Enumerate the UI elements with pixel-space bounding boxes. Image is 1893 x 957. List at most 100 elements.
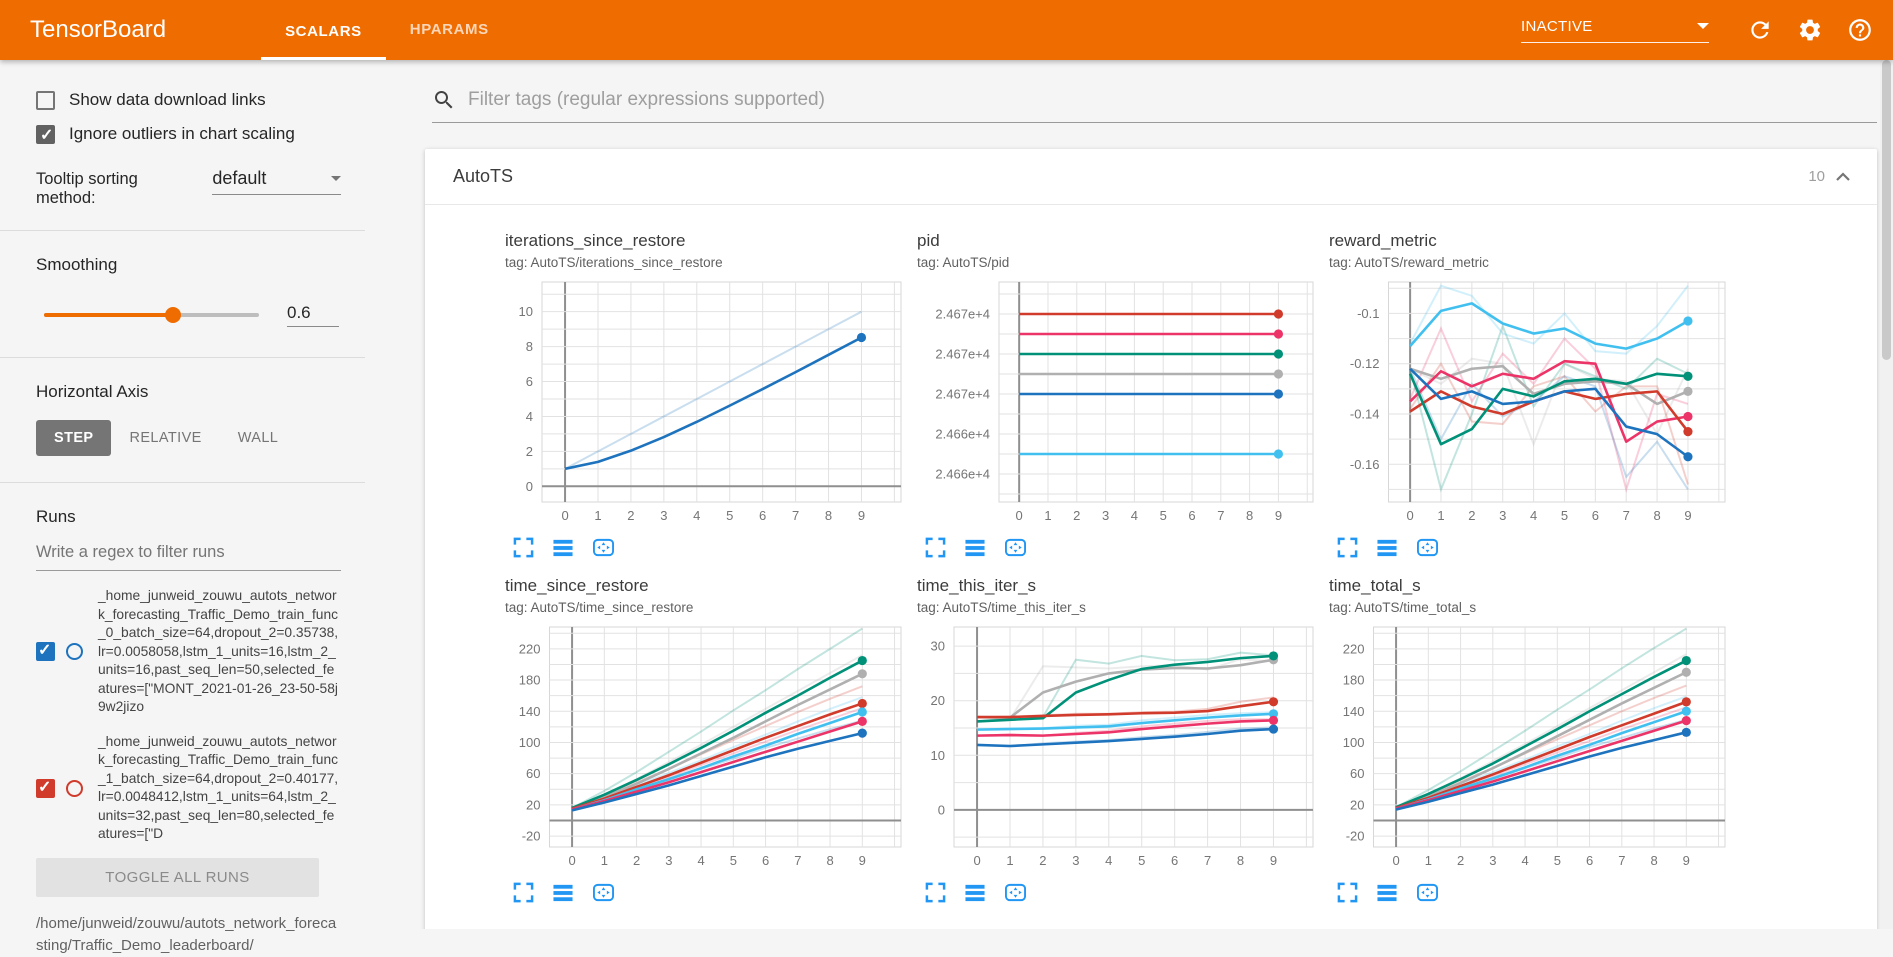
tab-scalars[interactable]: SCALARS [261, 0, 386, 60]
run-name: _home_junweid_zouwu_autots_network_forec… [98, 733, 341, 844]
smoothing-slider[interactable] [44, 313, 259, 317]
expand-chart-button[interactable] [513, 537, 534, 558]
fit-domain-button[interactable] [1416, 537, 1439, 558]
svg-text:2: 2 [627, 508, 634, 523]
scalar-line-chart[interactable]: 2201801401006020-200123456789 [505, 621, 909, 871]
tab-hparams[interactable]: HPARAMS [386, 0, 513, 60]
svg-text:6: 6 [759, 508, 766, 523]
refresh-button[interactable] [1747, 17, 1773, 43]
help-icon [1847, 17, 1873, 43]
tag-group-header[interactable]: AutoTS 10 [425, 149, 1877, 205]
chart-card: reward_metric tag: AutoTS/reward_metric … [1329, 231, 1741, 558]
logdir-path: /home/junweid/zouwu/autots_network_forec… [36, 913, 341, 957]
run-solo-radio[interactable] [66, 780, 83, 797]
smoothing-slider-thumb[interactable] [165, 307, 181, 323]
fit-domain-button[interactable] [1004, 537, 1027, 558]
svg-text:-0.1: -0.1 [1357, 306, 1379, 321]
svg-text:9: 9 [858, 508, 865, 523]
scalar-line-chart[interactable]: 10864200123456789 [505, 276, 909, 526]
svg-text:2: 2 [1457, 853, 1464, 868]
vertical-scrollbar[interactable] [1880, 60, 1893, 929]
svg-text:4: 4 [1105, 853, 1112, 868]
svg-text:3: 3 [1072, 853, 1079, 868]
axis-relative-button[interactable]: RELATIVE [111, 420, 219, 456]
chart-tag: tag: AutoTS/pid [917, 255, 1329, 270]
scalar-line-chart[interactable]: 30201000123456789 [917, 621, 1321, 871]
svg-text:20: 20 [526, 797, 540, 812]
svg-text:8: 8 [1650, 853, 1657, 868]
divider [0, 230, 365, 231]
toggle-y-axis-button[interactable] [1376, 882, 1398, 903]
expand-chart-button[interactable] [1337, 882, 1358, 903]
tag-filter-row [432, 88, 1877, 123]
svg-text:2: 2 [526, 444, 533, 459]
svg-text:2.467e+4: 2.467e+4 [935, 307, 990, 322]
run-item: _home_junweid_zouwu_autots_network_forec… [36, 587, 341, 717]
chart-tag: tag: AutoTS/iterations_since_restore [505, 255, 917, 270]
axis-wall-button[interactable]: WALL [220, 420, 297, 456]
fullscreen-icon [925, 882, 946, 903]
data-lines-icon [964, 882, 986, 903]
ignore-outliers-checkbox[interactable] [36, 125, 55, 144]
svg-text:-20: -20 [522, 829, 541, 844]
toggle-all-runs-button[interactable]: TOGGLE ALL RUNS [36, 858, 319, 897]
fit-domain-button[interactable] [1416, 882, 1439, 903]
svg-text:3: 3 [665, 853, 672, 868]
toggle-y-axis-button[interactable] [1376, 537, 1398, 558]
toggle-y-axis-button[interactable] [964, 882, 986, 903]
axis-step-button[interactable]: STEP [36, 420, 111, 456]
chevron-down-icon [331, 176, 341, 181]
runs-filter-input[interactable] [36, 537, 341, 571]
chart-tag: tag: AutoTS/reward_metric [1329, 255, 1741, 270]
fit-domain-button[interactable] [592, 882, 615, 903]
chart-title: time_since_restore [505, 576, 917, 596]
tooltip-sorting-select[interactable]: default [212, 168, 341, 195]
toggle-y-axis-button[interactable] [964, 537, 986, 558]
svg-text:4: 4 [693, 508, 700, 523]
scalar-line-chart[interactable]: -0.1-0.12-0.14-0.160123456789 [1329, 276, 1733, 526]
chart-card: time_this_iter_s tag: AutoTS/time_this_i… [917, 576, 1329, 903]
run-visibility-checkbox[interactable] [36, 642, 55, 661]
horizontal-axis-label: Horizontal Axis [36, 382, 341, 402]
app-title: TensorBoard [30, 16, 166, 44]
svg-text:7: 7 [794, 853, 801, 868]
chevron-up-icon[interactable] [1835, 171, 1851, 183]
expand-chart-button[interactable] [925, 882, 946, 903]
svg-text:2: 2 [1468, 508, 1475, 523]
fit-domain-button[interactable] [592, 537, 615, 558]
expand-chart-button[interactable] [513, 882, 534, 903]
fit-domain-button[interactable] [1004, 882, 1027, 903]
svg-text:3: 3 [660, 508, 667, 523]
chart-title: reward_metric [1329, 231, 1741, 251]
toggle-y-axis-button[interactable] [552, 537, 574, 558]
svg-text:2.467e+4: 2.467e+4 [935, 347, 990, 362]
data-lines-icon [552, 882, 574, 903]
data-status-select[interactable]: INACTIVE [1521, 18, 1709, 43]
run-solo-radio[interactable] [66, 643, 83, 660]
svg-text:7: 7 [1217, 508, 1224, 523]
settings-sidebar: Show data download links Ignore outliers… [0, 60, 365, 929]
fit-to-data-icon [1416, 537, 1439, 558]
scalar-line-chart[interactable]: 2.467e+42.467e+42.467e+42.466e+42.466e+4… [917, 276, 1321, 526]
scalar-line-chart[interactable]: 2201801401006020-200123456789 [1329, 621, 1733, 871]
svg-text:-20: -20 [1346, 829, 1365, 844]
svg-text:10: 10 [519, 304, 533, 319]
svg-text:8: 8 [826, 853, 833, 868]
expand-chart-button[interactable] [925, 537, 946, 558]
svg-text:0: 0 [973, 853, 980, 868]
charts-grid: iterations_since_restore tag: AutoTS/ite… [425, 205, 1877, 921]
smoothing-value-field[interactable]: 0.6 [287, 303, 339, 327]
run-visibility-checkbox[interactable] [36, 779, 55, 798]
settings-button[interactable] [1797, 17, 1823, 43]
toggle-y-axis-button[interactable] [552, 882, 574, 903]
scrollbar-thumb[interactable] [1882, 60, 1891, 360]
show-download-links-checkbox[interactable] [36, 91, 55, 110]
svg-text:180: 180 [1343, 673, 1365, 688]
svg-text:30: 30 [931, 639, 945, 654]
chart-toolbar [917, 537, 1329, 558]
expand-chart-button[interactable] [1337, 537, 1358, 558]
chart-title: time_total_s [1329, 576, 1741, 596]
help-button[interactable] [1847, 17, 1873, 43]
tag-filter-input[interactable] [466, 88, 1877, 112]
data-lines-icon [1376, 882, 1398, 903]
